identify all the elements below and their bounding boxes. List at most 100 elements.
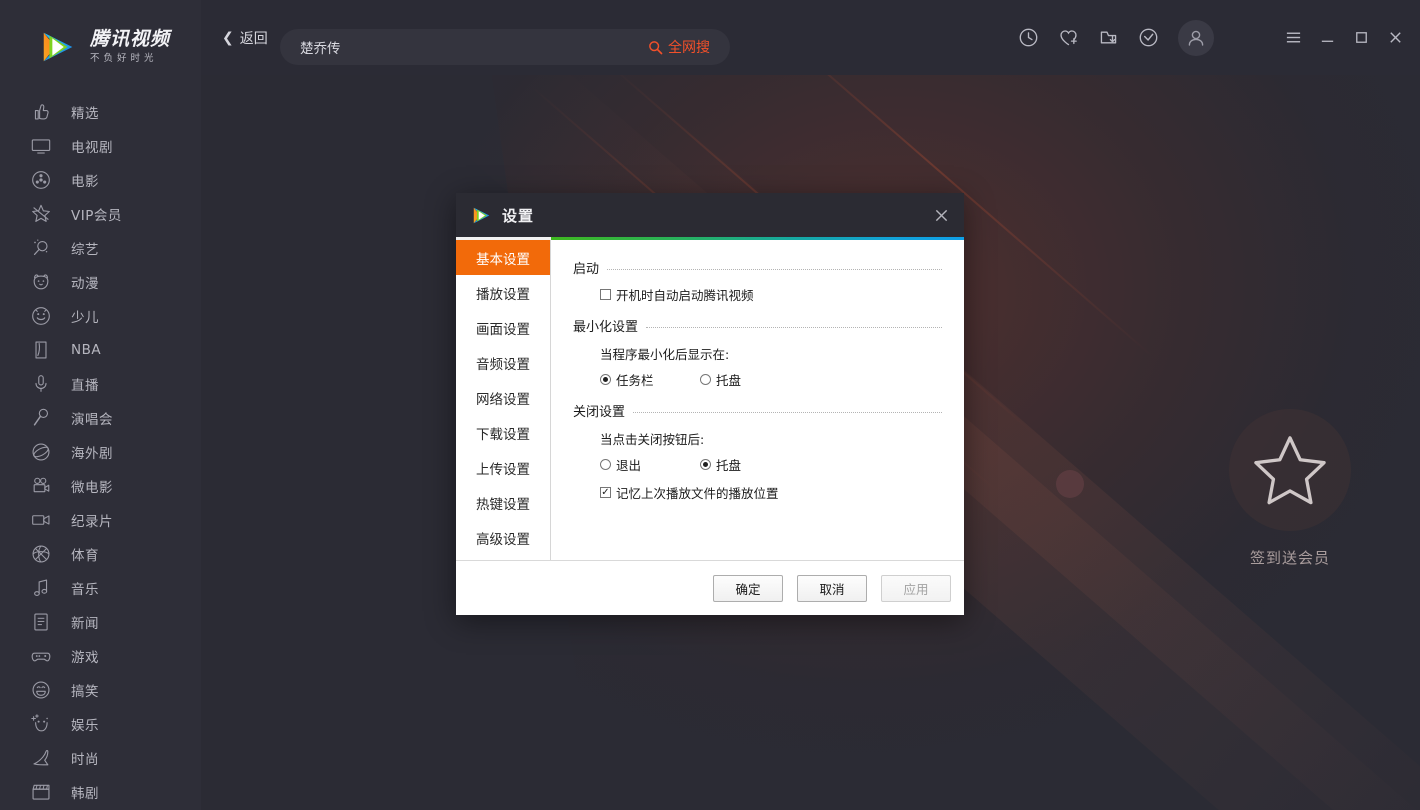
dialog-close-button[interactable] [918,193,964,237]
sidebar-item-label: 纪录片 [71,514,113,530]
sidebar-item-19[interactable]: 娱乐 [0,707,201,741]
close-icon[interactable] [1378,21,1412,55]
sidebar-item-20[interactable]: 时尚 [0,741,201,775]
avatar[interactable] [1178,19,1214,56]
group-startup-title: 启动 [573,262,600,277]
sidebar-item-label: 动漫 [71,276,99,292]
radio-box [700,459,711,470]
sidebar-item-label: 新闻 [71,616,99,632]
sidebar-item-7[interactable]: 少儿 [0,299,201,333]
bear-face-icon [28,269,54,295]
music-note-icon [28,575,54,601]
clapperboard-icon [28,779,54,805]
sidebar-item-4[interactable]: VIP会员 [0,197,201,231]
sidebar-item-18[interactable]: 搞笑 [0,673,201,707]
cancel-button[interactable]: 取消 [797,574,867,602]
settings-tab-3[interactable]: 画面设置 [456,310,550,345]
radio-box [600,374,611,385]
dotted-divider [633,412,942,413]
favorite-icon[interactable] [1050,20,1086,56]
sparkle-face-icon [28,711,54,737]
autostart-checkbox[interactable]: 开机时自动启动腾讯视频 [600,285,754,304]
sidebar: 腾讯视频 不负好时光 精选电视剧电影 VIP会员综艺动漫少儿 NBA 直播演唱会 海外剧… [0,0,201,810]
ok-button[interactable]: 确定 [713,574,783,602]
sidebar-item-5[interactable]: 综艺 [0,231,201,265]
minimize-option-tray[interactable]: 托盘 [700,370,741,389]
sidebar-item-14[interactable]: 体育 [0,537,201,571]
settings-panel-basic: 启动 开机时自动启动腾讯视频 最小化设置 当程序最小化后显示在: 任务栏 托盘 … [551,240,964,560]
sidebar-item-9[interactable]: 直播 [0,367,201,401]
group-minimize-title: 最小化设置 [573,320,639,335]
tencent-video-play-icon [43,32,73,61]
minimize-sub-label: 当程序最小化后显示在: [600,347,730,362]
globe-icon [28,439,54,465]
sidebar-item-label: 音乐 [71,582,99,598]
topbar: ❮ 返回 全网搜 [201,0,1420,75]
minimize-icon[interactable] [1310,21,1344,55]
remember-position-checkbox[interactable]: ✓ 记忆上次播放文件的播放位置 [600,483,779,502]
settings-tab-2[interactable]: 播放设置 [456,275,550,310]
sidebar-item-label: 游戏 [71,650,99,666]
sidebar-item-label: 搞笑 [71,684,99,700]
maximize-icon[interactable] [1344,21,1378,55]
search-input[interactable] [280,39,648,55]
radio-box [700,374,711,385]
minimize-option-tray-label: 托盘 [716,373,742,388]
check-circle-icon[interactable] [1130,20,1166,56]
magnifier-sparkle-icon [28,235,54,261]
sidebar-item-11[interactable]: 海外剧 [0,435,201,469]
sidebar-item-16[interactable]: 新闻 [0,605,201,639]
sidebar-item-label: 综艺 [71,242,99,258]
sidebar-item-10[interactable]: 演唱会 [0,401,201,435]
sidebar-item-13[interactable]: 纪录片 [0,503,201,537]
basketball-jersey-icon [28,337,54,363]
app-logo[interactable]: 腾讯视频 不负好时光 [0,0,201,93]
settings-tab-9[interactable]: 高级设置 [456,520,550,555]
sidebar-item-15[interactable]: 音乐 [0,571,201,605]
dotted-divider [646,327,942,328]
group-close-title: 关闭设置 [573,405,626,420]
dialog-body: 基本设置 播放设置 画面设置 音频设置 网络设置 下载设置 上传设置 热键设置 高级设置 启动 … [456,240,964,560]
history-icon[interactable] [1010,20,1046,56]
sidebar-item-3[interactable]: 电影 [0,163,201,197]
checkin-widget[interactable]: 签到送会员 [1225,409,1355,568]
minimize-option-taskbar[interactable]: 任务栏 [600,370,700,389]
sidebar-item-6[interactable]: 动漫 [0,265,201,299]
sidebar-item-label: 直播 [71,378,99,394]
sidebar-item-label: 娱乐 [71,718,99,734]
sidebar-item-8[interactable]: NBA [0,333,201,367]
settings-tab-6[interactable]: 下载设置 [456,415,550,450]
sidebar-item-12[interactable]: 微电影 [0,469,201,503]
close-option-tray[interactable]: 托盘 [700,455,741,474]
thumbs-up-icon [28,99,54,125]
chevron-left-icon: ❮ [222,29,234,46]
close-option-exit[interactable]: 退出 [600,455,700,474]
document-icon [28,609,54,635]
settings-tab-8[interactable]: 热键设置 [456,485,550,520]
star-outline-icon [1254,436,1326,505]
sidebar-item-17[interactable]: 游戏 [0,639,201,673]
back-button[interactable]: ❮ 返回 [222,28,268,48]
minimize-radio-group: 任务栏 托盘 [600,370,942,389]
sidebar-item-2[interactable]: 电视剧 [0,129,201,163]
settings-tab-7[interactable]: 上传设置 [456,450,550,485]
smiley-face-icon [28,303,54,329]
group-minimize-header: 最小化设置 [573,316,942,335]
sidebar-nav-list: 精选电视剧电影 VIP会员综艺动漫少儿 NBA 直播演唱会 海外剧 微电影纪录片体育音乐新… [0,93,201,809]
global-search-button[interactable]: 全网搜 [648,37,730,57]
topbar-icons [1008,0,1420,75]
sidebar-item-21[interactable]: 韩剧 [0,775,201,809]
sidebar-item-1[interactable]: 精选 [0,95,201,129]
settings-tab-1[interactable]: 基本设置 [456,240,550,275]
menu-icon[interactable] [1276,21,1310,55]
video-camera-icon [28,507,54,533]
sidebar-item-label: 少儿 [71,310,99,326]
settings-tab-5[interactable]: 网络设置 [456,380,550,415]
download-icon[interactable] [1090,20,1126,56]
autostart-row: 开机时自动启动腾讯视频 [600,285,942,304]
handheld-mic-icon [28,405,54,431]
close-sub-label: 当点击关闭按钮后: [600,432,705,447]
tencent-video-play-icon [473,207,490,223]
sidebar-item-label: 电视剧 [71,140,113,156]
settings-tab-4[interactable]: 音频设置 [456,345,550,380]
